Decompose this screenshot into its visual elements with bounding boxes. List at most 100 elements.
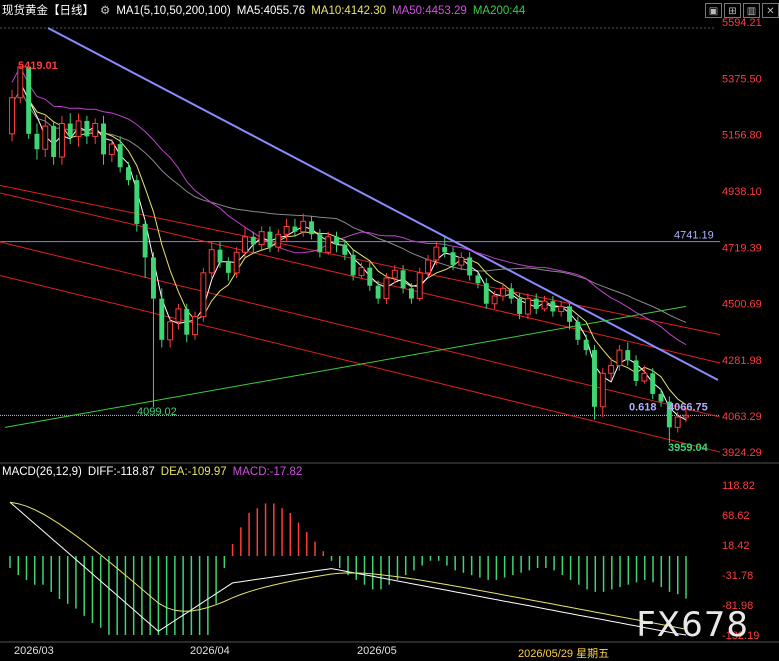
candle-body [117,144,123,168]
candle-body [75,120,82,137]
candle-body [375,285,381,299]
candle-body [192,316,199,336]
macd-tick-label: 18.42 [722,540,750,552]
candle-body [317,234,323,253]
candle-body [450,252,456,266]
candle-body [142,223,148,258]
candle-body [325,236,332,253]
high-annotation: 5419.01 [18,60,58,72]
candle-body [342,244,348,255]
candle-body [458,256,465,266]
candle-body [599,372,606,408]
layout-icon[interactable]: ▥ [743,3,760,18]
grid-icon[interactable]: ⊞ [724,3,741,18]
candle-body [592,350,597,407]
candle-body [208,249,215,274]
candle-body [558,305,565,312]
candle-body [517,298,523,315]
ma100-line [11,88,687,323]
macd-tick-label: 118.82 [722,480,755,492]
candle-body [200,272,207,318]
candle-body [150,257,156,299]
close-icon[interactable]: ✕ [762,3,779,18]
macd-diff-value: DIFF:-118.87 [87,466,155,478]
candle-body [408,288,414,299]
macd-label[interactable]: MACD(26,12,9) [2,466,82,478]
candle-body [367,267,373,286]
candle-body [608,365,615,374]
instrument-name[interactable]: 现货黄金 [2,5,48,17]
chart-header: 现货黄金【日线】 ⚙ MA1(5,10,50,200,100) MA5:4055.76… [2,2,531,22]
candle-body [42,125,49,150]
candle-body [491,295,498,305]
candle-body [267,231,273,248]
candle-body [674,416,681,428]
window-controls: ▣ ⊞ ▥ ✕ [703,3,779,18]
candle-body [92,123,99,137]
ma10-line [28,99,687,406]
candle-body [67,123,73,137]
candle-body [508,288,514,299]
candle-body [475,275,481,284]
candle-body [383,277,390,300]
candle-body [391,269,398,279]
candle-body [499,287,506,297]
fib-annotation: 0.618 [629,401,657,413]
watermark-logo: FX678 [636,605,749,645]
candle-body [467,257,473,276]
horizontal-level-label: 4741.19 [674,230,714,242]
period-label[interactable]: 【日线】 [48,5,94,17]
window-icon[interactable]: ▣ [705,3,722,18]
candle-body [650,373,656,394]
price-tick-label: 5375.50 [722,73,762,85]
candle-body [567,306,572,322]
macd-header: MACD(26,12,9) DIFF:-118.87 DEA:-109.97 MACD… [2,466,308,478]
price-tick-label: 4063.29 [722,411,762,423]
candle-body [658,393,664,402]
downtrend-line [47,27,719,381]
date-label-mar: 2026/03 [14,645,54,657]
candle-body [283,226,290,235]
price-tick-label: 3924.29 [722,447,762,459]
channel-line [0,184,721,336]
candle-body [167,321,174,341]
candle-body [84,120,90,137]
candle-body [533,298,539,309]
channel-line [0,274,721,453]
ma200-line [4,305,687,428]
candle-body [541,300,548,310]
macd-tick-label: -31.78 [722,570,753,582]
macd-dea-value: DEA:-109.97 [160,466,227,478]
chart-canvas: 5594.215375.505156.804938.104719.394500.… [0,17,779,643]
date-label-may: 2026/05 [357,645,397,657]
candle-body [616,349,623,367]
price-tick-label: 4938.10 [722,186,762,198]
ma-indicator-label[interactable]: MA1(5,10,50,200,100) [116,5,230,17]
price-tick-label: 4719.39 [722,242,762,254]
macd-tick-label: 68.62 [722,510,750,522]
candle-body [524,298,531,315]
candle-body [334,236,339,245]
macd-value: MACD:-17.82 [232,466,303,478]
candle-body [400,270,406,289]
candle-body [134,180,140,224]
channel-line [0,192,721,364]
candle-body [34,133,40,150]
candle-body [258,231,265,246]
candle-body [358,267,365,276]
candle-body [300,220,307,233]
ma50-value: MA50:4453.29 [392,5,467,17]
settings-icon[interactable]: ⚙ [100,5,110,17]
candle-body [175,308,182,323]
candle-body [442,247,448,253]
candle-body [108,143,115,155]
candle-body [217,249,223,263]
candle-body [159,298,165,340]
ma200-value: MA200:44 [472,5,526,17]
candle-body [416,272,423,300]
date-label-current: 2026/05/29 星期五 [518,648,610,660]
ma5-value: MA5:4055.76 [236,5,306,17]
candle-body [250,236,256,245]
candle-body [683,414,689,418]
candle-body [625,350,631,361]
